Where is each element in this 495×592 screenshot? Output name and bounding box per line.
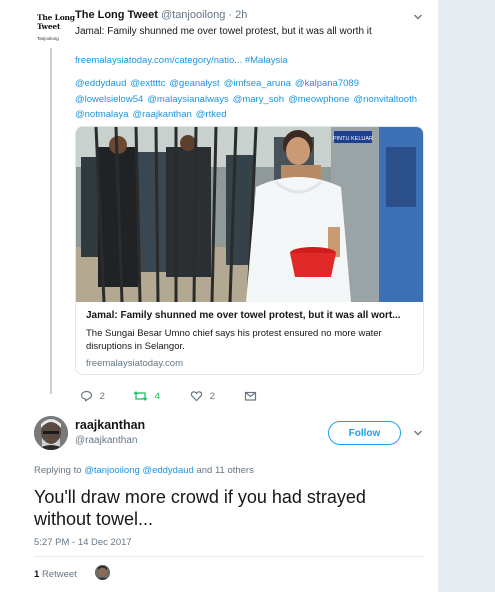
parent-tweet-links: freemalaysiatoday.com/category/natio... …: [75, 55, 288, 66]
envelope-icon: [244, 391, 257, 402]
card-description: The Sungai Besar Umno chief says his pro…: [86, 328, 382, 352]
avatar-portrait: [34, 416, 68, 450]
mention-link[interactable]: @kalpana7089: [295, 78, 359, 89]
card-domain: freemalaysiatoday.com: [86, 358, 183, 369]
article-photo: PINTU KELUAR: [76, 127, 423, 302]
main-avatar[interactable]: [34, 416, 68, 450]
mention-link[interactable]: @notmalaya: [75, 109, 128, 120]
mention-link[interactable]: @eddydaud: [75, 78, 126, 89]
gate-sign-text: PINTU KELUAR: [333, 136, 373, 142]
mention-link[interactable]: @rtked: [196, 109, 227, 120]
retweet-count: 4: [154, 390, 160, 402]
mention-link[interactable]: @nonvitaltooth: [353, 94, 417, 105]
separator-dot: ·: [228, 9, 233, 21]
main-tweet-timestamp[interactable]: 5:27 PM - 14 Dec 2017: [34, 537, 132, 548]
retweet-stat-count: 1: [34, 569, 40, 580]
avatar-logo-line-2: Tweet: [37, 22, 61, 31]
direct-message-action[interactable]: [244, 390, 257, 402]
mention-link[interactable]: @meowphone: [288, 94, 349, 105]
main-author-handle[interactable]: @raajkanthan: [75, 435, 137, 446]
replying-to-line: Replying to @tanjooilong @eddydaud and 1…: [34, 465, 254, 476]
retweet-stats[interactable]: 1 Retweet: [34, 569, 77, 580]
like-count: 2: [209, 390, 215, 402]
parent-author-handle[interactable]: @tanjooilong: [161, 9, 225, 21]
replying-suffix[interactable]: and 11 others: [196, 465, 253, 476]
divider: [34, 556, 424, 557]
card-text-block: Jamal: Family shunned me over towel prot…: [76, 302, 423, 374]
article-link[interactable]: freemalaysiatoday.com/category/natio...: [75, 55, 242, 66]
thread-connector: [50, 48, 52, 394]
retweet-icon: [133, 391, 148, 402]
page-background-gutter: [438, 0, 495, 592]
photo-illustration: PINTU KELUAR: [76, 127, 423, 302]
reply-action[interactable]: 2: [80, 390, 105, 402]
replying-mention[interactable]: @tanjooilong: [84, 465, 140, 476]
hashtag-link[interactable]: #Malaysia: [245, 55, 288, 66]
retweet-stat-label: Retweet: [41, 569, 77, 580]
reply-count: 2: [99, 390, 105, 402]
mention-link[interactable]: @raajkanthan: [132, 109, 191, 120]
parent-tweet-text: Jamal: Family shunned me over towel prot…: [75, 26, 372, 37]
parent-author-name[interactable]: The Long Tweet: [75, 9, 158, 21]
mention-link[interactable]: @imfsea_aruna: [224, 78, 291, 89]
retweet-action[interactable]: 4: [133, 390, 160, 402]
replying-mention[interactable]: @eddydaud: [142, 465, 193, 476]
mention-link[interactable]: @geanalyst: [169, 78, 219, 89]
conversation-panel: The Long Tweet Tanjoolong The Long Tweet…: [0, 0, 438, 592]
chevron-down-icon[interactable]: [413, 12, 423, 22]
replying-prefix: Replying to: [34, 465, 82, 476]
mention-link[interactable]: @lowelsielow54: [75, 94, 143, 105]
follow-button[interactable]: Follow: [328, 421, 401, 445]
mentions-list: @eddydaud @exttttc @geanalyst @imfsea_aruna…: [75, 76, 430, 123]
link-preview-card[interactable]: PINTU KELUAR Jamal: Family shunned me ov…: [75, 126, 424, 375]
retweeter-avatar[interactable]: [95, 565, 110, 580]
reply-icon: [80, 390, 93, 402]
avatar-logo-line-1: The Long: [37, 13, 75, 22]
main-tweet-text: You'll draw more crowd if you had straye…: [34, 487, 366, 529]
parent-tweet-header: The Long Tweet @tanjooilong · 2h: [75, 9, 247, 21]
mention-link[interactable]: @exttttc: [130, 78, 165, 89]
avatar-logo-sub: Tanjoolong: [37, 36, 59, 41]
mention-link[interactable]: @mary_soh: [233, 94, 284, 105]
like-action[interactable]: 2: [190, 390, 215, 402]
mention-link[interactable]: @malaysianalways: [147, 94, 228, 105]
main-author-name[interactable]: raajkanthan: [75, 418, 145, 432]
card-title: Jamal: Family shunned me over towel prot…: [86, 310, 401, 321]
parent-tweet-time[interactable]: 2h: [235, 9, 247, 21]
parent-avatar[interactable]: The Long Tweet Tanjoolong: [34, 9, 75, 43]
heart-icon: [190, 391, 203, 402]
chevron-down-icon[interactable]: [413, 428, 423, 438]
